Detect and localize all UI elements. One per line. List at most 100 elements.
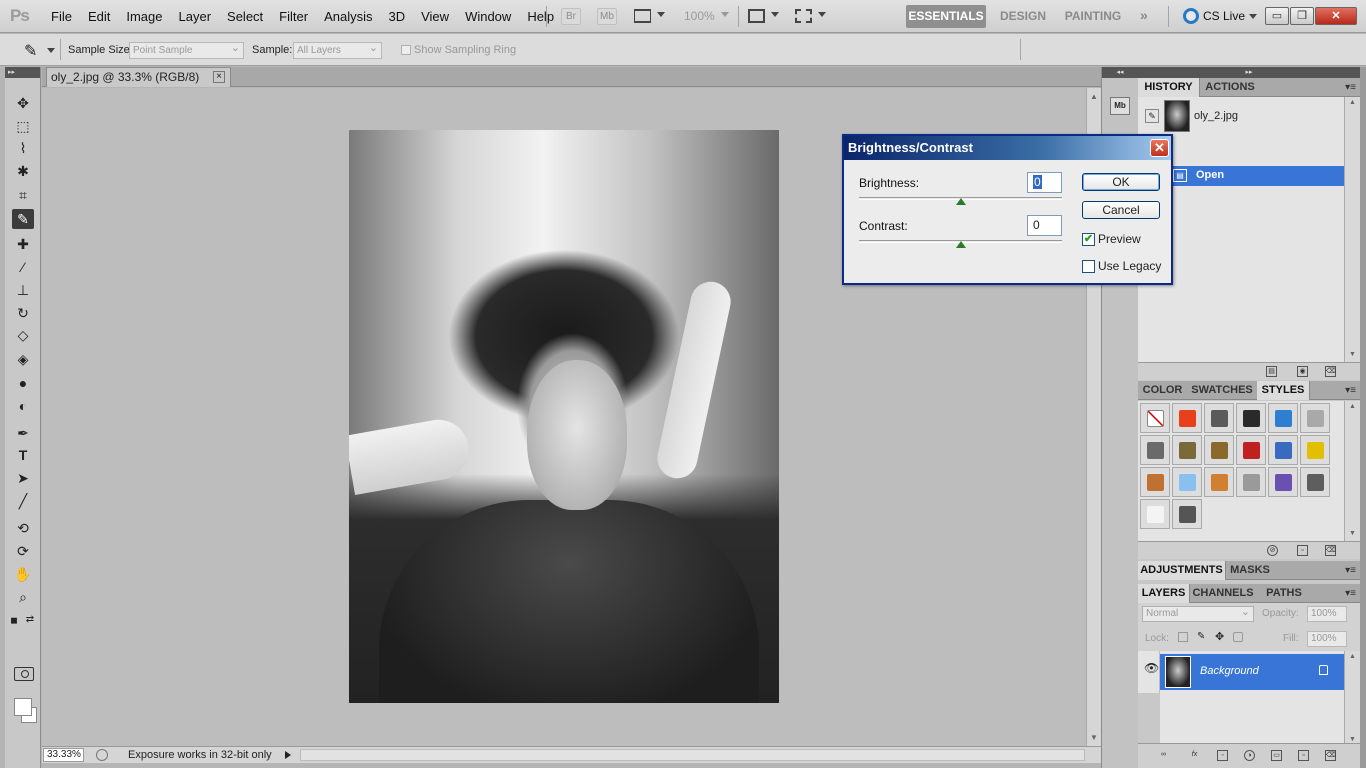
adjustment-layer-icon[interactable]: ◑ — [1244, 750, 1255, 761]
cs-live-button[interactable]: CS Live — [1183, 8, 1258, 24]
zoom-tool-icon[interactable]: ⌕ — [12, 587, 34, 607]
chevron-down-icon[interactable] — [771, 12, 779, 17]
tab-layers[interactable]: LAYERS — [1138, 584, 1190, 603]
style-swatch[interactable] — [1140, 467, 1170, 497]
panel-menu-icon[interactable]: ▾≡ — [1345, 588, 1356, 599]
path-selection-tool-icon[interactable]: ➤ — [12, 468, 34, 488]
clone-stamp-tool-icon[interactable]: ⊥ — [12, 280, 34, 300]
new-style-icon[interactable]: ▫ — [1297, 545, 1308, 556]
style-swatch[interactable] — [1300, 467, 1330, 497]
workspace-essentials[interactable]: ESSENTIALS — [906, 5, 986, 28]
document-tab[interactable]: oly_2.jpg @ 33.3% (RGB/8) × — [46, 67, 231, 87]
quick-selection-tool-icon[interactable]: ✱ — [12, 161, 34, 181]
style-swatch[interactable] — [1236, 467, 1266, 497]
style-swatch[interactable] — [1140, 403, 1170, 433]
document-image[interactable] — [349, 130, 779, 703]
panel-menu-icon[interactable]: ▾≡ — [1345, 565, 1356, 576]
menu-edit[interactable]: Edit — [80, 0, 118, 33]
menu-image[interactable]: Image — [118, 0, 170, 33]
menu-help[interactable]: Help — [519, 0, 562, 33]
menu-analysis[interactable]: Analysis — [316, 0, 380, 33]
minimize-button[interactable]: ▭ — [1265, 7, 1289, 25]
layers-scrollbar[interactable]: ▲ ▼ — [1344, 651, 1360, 747]
paint-bucket-tool-icon[interactable]: ◈ — [12, 349, 34, 369]
eraser-tool-icon[interactable]: ◇ — [12, 325, 34, 345]
panel-menu-icon[interactable]: ▾≡ — [1345, 82, 1356, 93]
lasso-tool-icon[interactable]: ⌇ — [12, 138, 34, 158]
menu-layer[interactable]: Layer — [171, 0, 220, 33]
trash-icon[interactable]: ⌫ — [1325, 545, 1336, 556]
menu-3d[interactable]: 3D — [380, 0, 413, 33]
move-tool-icon[interactable]: ✥ — [12, 93, 34, 113]
tools-panel-grip[interactable]: ▸▸ — [5, 67, 40, 78]
healing-brush-tool-icon[interactable]: ✚ — [12, 234, 34, 254]
style-swatch[interactable] — [1268, 435, 1298, 465]
eyedropper-tool-icon[interactable]: ✎ — [24, 41, 37, 61]
clear-style-icon[interactable]: ⊘ — [1267, 545, 1278, 556]
trash-icon[interactable]: ⌫ — [1325, 366, 1336, 377]
blur-tool-icon[interactable]: ● — [12, 373, 34, 393]
style-swatch[interactable] — [1204, 403, 1234, 433]
tab-actions[interactable]: ACTIONS — [1200, 78, 1260, 97]
trash-icon[interactable]: ⌫ — [1325, 750, 1336, 761]
close-window-button[interactable]: ✕ — [1315, 7, 1357, 25]
menu-file[interactable]: File — [43, 0, 80, 33]
scroll-down-icon[interactable]: ▼ — [1349, 351, 1356, 358]
tab-paths[interactable]: PATHS — [1256, 584, 1312, 603]
mini-bridge-panel-icon[interactable]: Mb — [1110, 97, 1130, 115]
strip-grip[interactable]: ◂◂ — [1102, 67, 1138, 78]
opacity-input[interactable]: 100% — [1307, 606, 1347, 622]
swap-colors-icon[interactable]: ⇄ — [23, 610, 37, 630]
history-brush-tool-icon[interactable]: ↻ — [12, 303, 34, 323]
tab-masks[interactable]: MASKS — [1226, 561, 1274, 580]
sample-select[interactable]: All Layers — [293, 41, 382, 59]
eyedropper-tool-icon[interactable]: ✎ — [12, 209, 34, 229]
line-tool-icon[interactable]: ╱ — [12, 491, 34, 511]
close-icon[interactable]: × — [213, 71, 225, 83]
style-swatch[interactable] — [1172, 435, 1202, 465]
status-info-icon[interactable] — [96, 749, 108, 761]
layer-style-icon[interactable]: fx — [1189, 750, 1200, 761]
blend-mode-select[interactable]: Normal — [1142, 605, 1254, 622]
scroll-up-icon[interactable]: ▲ — [1349, 99, 1356, 106]
restore-button[interactable]: ❐ — [1290, 7, 1314, 25]
styles-scrollbar[interactable]: ▲ ▼ — [1344, 401, 1360, 541]
style-swatch[interactable] — [1140, 499, 1170, 529]
lock-position-icon[interactable]: ✥ — [1215, 632, 1225, 643]
chevron-down-icon[interactable] — [818, 12, 826, 17]
style-swatch[interactable] — [1300, 435, 1330, 465]
camera-snapshot-icon[interactable]: ◉ — [1297, 366, 1308, 377]
history-snapshot[interactable]: ✎ oly_2.jpg — [1138, 99, 1344, 133]
panel-menu-icon[interactable]: ▾≡ — [1345, 385, 1356, 396]
style-swatch[interactable] — [1172, 403, 1202, 433]
menu-view[interactable]: View — [413, 0, 457, 33]
dock-grip[interactable]: ▸▸ — [1138, 67, 1360, 78]
bridge-button[interactable]: Br — [561, 8, 581, 25]
style-swatch[interactable] — [1204, 467, 1234, 497]
show-sampling-ring-checkbox[interactable] — [401, 45, 411, 55]
pen-tool-icon[interactable]: ✒ — [12, 423, 34, 443]
chevron-down-icon[interactable] — [721, 12, 729, 17]
3d-orbit-tool-icon[interactable]: ⟳ — [12, 541, 34, 561]
scroll-down-icon[interactable]: ▼ — [1349, 530, 1356, 537]
style-swatch[interactable] — [1140, 435, 1170, 465]
lock-pixels-icon[interactable]: ✎ — [1197, 632, 1207, 642]
preview-checkbox[interactable]: ✔ — [1082, 233, 1095, 246]
tab-color[interactable]: COLOR — [1138, 381, 1187, 400]
contrast-slider-thumb[interactable] — [956, 241, 966, 248]
zoom-level[interactable]: 100% — [684, 9, 715, 23]
workspace-design[interactable]: DESIGN — [994, 5, 1052, 28]
scroll-down-icon[interactable]: ▼ — [1090, 733, 1098, 742]
lock-transparent-icon[interactable] — [1178, 632, 1188, 642]
use-legacy-checkbox[interactable] — [1082, 260, 1095, 273]
style-swatch[interactable] — [1236, 403, 1266, 433]
style-swatch[interactable] — [1268, 467, 1298, 497]
quick-mask-icon[interactable] — [14, 667, 34, 681]
history-scrollbar[interactable]: ▲ ▼ — [1344, 97, 1360, 362]
tool-preset-chevron-icon[interactable] — [47, 48, 55, 53]
tab-adjustments[interactable]: ADJUSTMENTS — [1138, 561, 1226, 580]
sample-size-select[interactable]: Point Sample — [129, 41, 244, 59]
scroll-up-icon[interactable]: ▲ — [1349, 653, 1356, 660]
brightness-input[interactable]: 0 — [1027, 172, 1062, 193]
brush-tool-icon[interactable]: ⁄ — [12, 257, 34, 277]
